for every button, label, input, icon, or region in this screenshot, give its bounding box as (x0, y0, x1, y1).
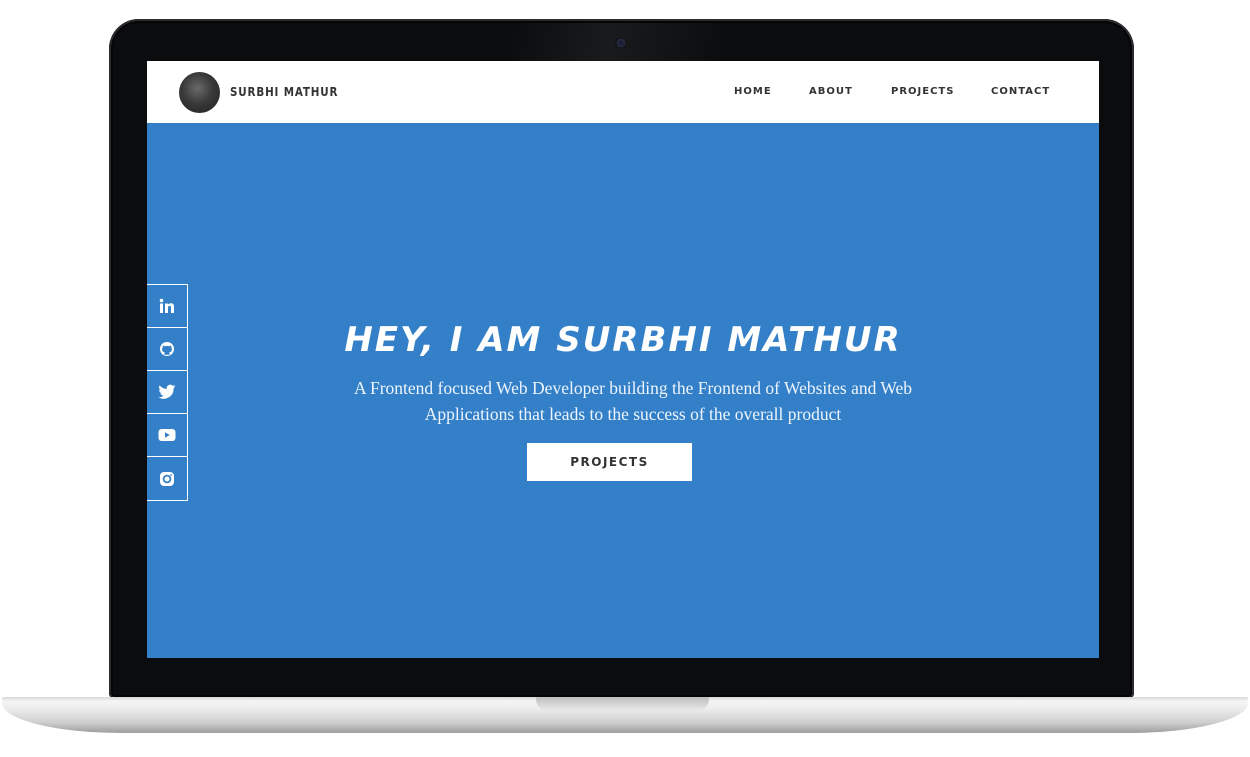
avatar[interactable] (179, 72, 220, 113)
laptop-screen: SURBHI MATHUR HOME ABOUT PROJECTS CONTAC… (147, 61, 1099, 658)
nav-contact[interactable]: CONTACT (991, 86, 1050, 97)
twitter-icon (158, 384, 176, 400)
hero-subtitle-line: Applications that leads to the success o… (424, 404, 842, 424)
site-header: SURBHI MATHUR HOME ABOUT PROJECTS CONTAC… (147, 61, 1099, 123)
hero-title: HEY, I AM SURBHI MATHUR (344, 320, 902, 360)
nav-home[interactable]: HOME (734, 86, 772, 97)
laptop-notch (536, 697, 709, 711)
device-mockup: SURBHI MATHUR HOME ABOUT PROJECTS CONTAC… (0, 0, 1250, 757)
hero-subtitle: A Frontend focused Web Developer buildin… (297, 375, 969, 427)
social-instagram[interactable] (147, 457, 187, 500)
social-twitter[interactable] (147, 371, 187, 414)
instagram-icon (159, 471, 175, 487)
nav-projects[interactable]: PROJECTS (891, 86, 954, 97)
social-youtube[interactable] (147, 414, 187, 457)
hero-subtitle-line: A Frontend focused Web Developer buildin… (353, 378, 913, 398)
social-sidebar (147, 284, 188, 501)
nav-about[interactable]: ABOUT (809, 86, 853, 97)
webcam-icon (617, 39, 625, 47)
site-brand[interactable]: SURBHI MATHUR (230, 85, 338, 99)
projects-button[interactable]: PROJECTS (527, 443, 692, 481)
youtube-icon (158, 428, 176, 442)
linkedin-icon (159, 298, 175, 314)
